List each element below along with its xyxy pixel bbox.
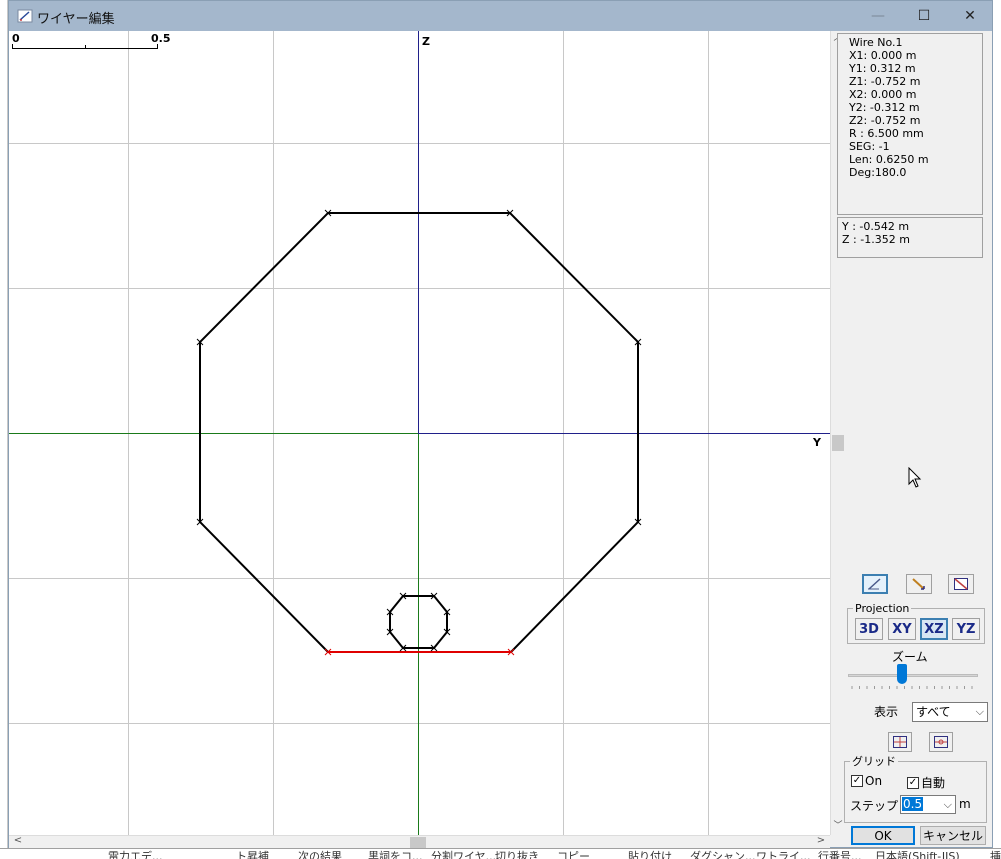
zoom-slider-track[interactable] xyxy=(848,674,978,677)
display-select[interactable]: すべて ⌵ xyxy=(912,702,988,722)
grid-step-value[interactable]: 0.5 xyxy=(902,797,924,811)
fit-view-button[interactable] xyxy=(888,732,912,752)
close-button[interactable]: ✕ xyxy=(947,1,993,31)
grid-step-unit: m xyxy=(959,797,971,811)
fit-view-icon xyxy=(893,736,907,748)
chevron-down-icon: ⌵ xyxy=(975,705,984,718)
scale-label-min: 0 xyxy=(12,32,20,45)
background-status-item: 黒詞をコ... xyxy=(368,850,423,859)
horizontal-scrollbar[interactable]: < > xyxy=(9,835,830,848)
background-status-item: 挿 xyxy=(990,850,1001,859)
stretch-tool-button[interactable] xyxy=(906,574,932,594)
vertical-scroll-thumb[interactable] xyxy=(832,435,844,451)
wire-info-line: Y2: -0.312 m xyxy=(849,101,920,114)
wire-info-line: X1: 0.000 m xyxy=(849,49,917,62)
grid-auto-label: 自動 xyxy=(921,776,946,790)
wire-info-panel: Wire No.1 X1: 0.000 m Y1: 0.312 m Z1: -0.75… xyxy=(837,33,983,215)
window-title: ワイヤー編集 xyxy=(37,12,115,27)
background-status-item: ワトライ... xyxy=(756,850,811,859)
z-axis-label: Z xyxy=(422,35,430,48)
scroll-down-icon[interactable]: ﹀ xyxy=(831,819,845,833)
pen-icon xyxy=(868,578,881,590)
cursor-coordinate-panel: Y : -0.542 m Z : -1.352 m xyxy=(837,217,983,258)
cancel-button[interactable]: キャンセル xyxy=(920,826,986,845)
scale-bar xyxy=(12,44,158,49)
wire-info-line: Z2: -0.752 m xyxy=(849,114,921,127)
grid-step-label: ステップ xyxy=(850,799,899,813)
wire-info-line: Deg:180.0 xyxy=(849,166,907,179)
display-select-value: すべて xyxy=(916,705,951,719)
checkmark-icon: ✓ xyxy=(907,776,919,789)
background-status-item: 分割ワイヤ... xyxy=(431,850,497,859)
background-status-item: コピー xyxy=(557,850,590,859)
stretch-icon xyxy=(912,578,925,590)
wire-info-line: SEG: -1 xyxy=(849,140,890,153)
display-label: 表示 xyxy=(874,705,899,719)
background-status-item: 行番号... xyxy=(818,850,862,859)
grid-on-checkbox[interactable]: ✓ On xyxy=(851,774,882,788)
wire-info-line: Wire No.1 xyxy=(849,36,903,49)
rect-icon xyxy=(954,578,968,590)
background-status-item: 日本語(Shift-JIS) xyxy=(875,850,960,859)
background-status-item: ダグシャン... xyxy=(690,850,756,859)
projection-yz-button[interactable]: YZ xyxy=(952,618,980,640)
grid-auto-checkbox[interactable]: ✓ 自動 xyxy=(907,774,945,791)
cursor-z-readout: Z : -1.352 m xyxy=(842,233,910,246)
grid-step-combobox[interactable]: 0.5 ⌵ xyxy=(900,795,956,814)
zoom-label: ズーム xyxy=(892,650,928,664)
title-bar[interactable]: ワイヤー編集 — ☐ ✕ xyxy=(9,1,992,31)
rect-tool-button[interactable] xyxy=(948,574,974,594)
wire-info-line: Z1: -0.752 m xyxy=(849,75,921,88)
background-app-left xyxy=(0,0,8,859)
y-axis-label: Y xyxy=(813,436,821,449)
screen: 電力エデ... ト昇補 次の結果 黒詞をコ... 分割ワイヤ... 切り抜き コピー 貼り付け… xyxy=(0,0,1001,859)
background-statusbar: 電力エデ... ト昇補 次の結果 黒詞をコ... 分割ワイヤ... 切り抜き コピー 貼り付け… xyxy=(0,848,1001,859)
center-view-button[interactable] xyxy=(929,732,953,752)
chevron-down-icon: ⌵ xyxy=(943,798,952,811)
horizontal-scroll-thumb[interactable] xyxy=(410,837,426,848)
projection-xy-button[interactable]: XY xyxy=(888,618,916,640)
ok-button[interactable]: OK xyxy=(851,826,915,845)
wire-info-line: Y1: 0.312 m xyxy=(849,62,916,75)
minimize-button[interactable]: — xyxy=(855,1,901,31)
background-status-item: 切り抜き xyxy=(495,850,539,859)
zoom-slider-thumb[interactable] xyxy=(897,664,907,684)
wire-info-line: X2: 0.000 m xyxy=(849,88,917,101)
background-status-item: ト昇補 xyxy=(236,850,269,859)
scale-label-max: 0.5 xyxy=(151,32,171,45)
background-status-item: 次の結果 xyxy=(298,850,342,859)
center-view-icon xyxy=(934,736,948,748)
wire-edit-app-icon xyxy=(17,9,33,23)
scroll-right-icon[interactable]: > xyxy=(814,835,828,848)
maximize-button[interactable]: ☐ xyxy=(901,1,947,31)
checkmark-icon: ✓ xyxy=(851,775,863,787)
wire-canvas[interactable]: 0 0.5 Z Y xyxy=(9,31,830,835)
projection-xz-button[interactable]: XZ xyxy=(920,618,948,640)
projection-3d-button[interactable]: 3D xyxy=(855,618,883,640)
projection-legend: Projection xyxy=(855,602,910,615)
background-status-item: 電力エデ... xyxy=(108,850,163,859)
wire-info-line: R : 6.500 mm xyxy=(849,127,924,140)
grid-legend: グリッド xyxy=(852,755,896,768)
scroll-left-icon[interactable]: < xyxy=(11,835,25,848)
grid-on-label: On xyxy=(865,774,883,788)
wire-drawing xyxy=(9,31,830,835)
cursor-y-readout: Y : -0.542 m xyxy=(842,220,910,233)
background-status-item: 貼り付け xyxy=(628,850,672,859)
wire-info-line: Len: 0.6250 m xyxy=(849,153,929,166)
zoom-slider-ticks xyxy=(851,686,973,689)
mouse-pointer-icon xyxy=(908,467,922,488)
pen-tool-button[interactable] xyxy=(862,574,888,594)
